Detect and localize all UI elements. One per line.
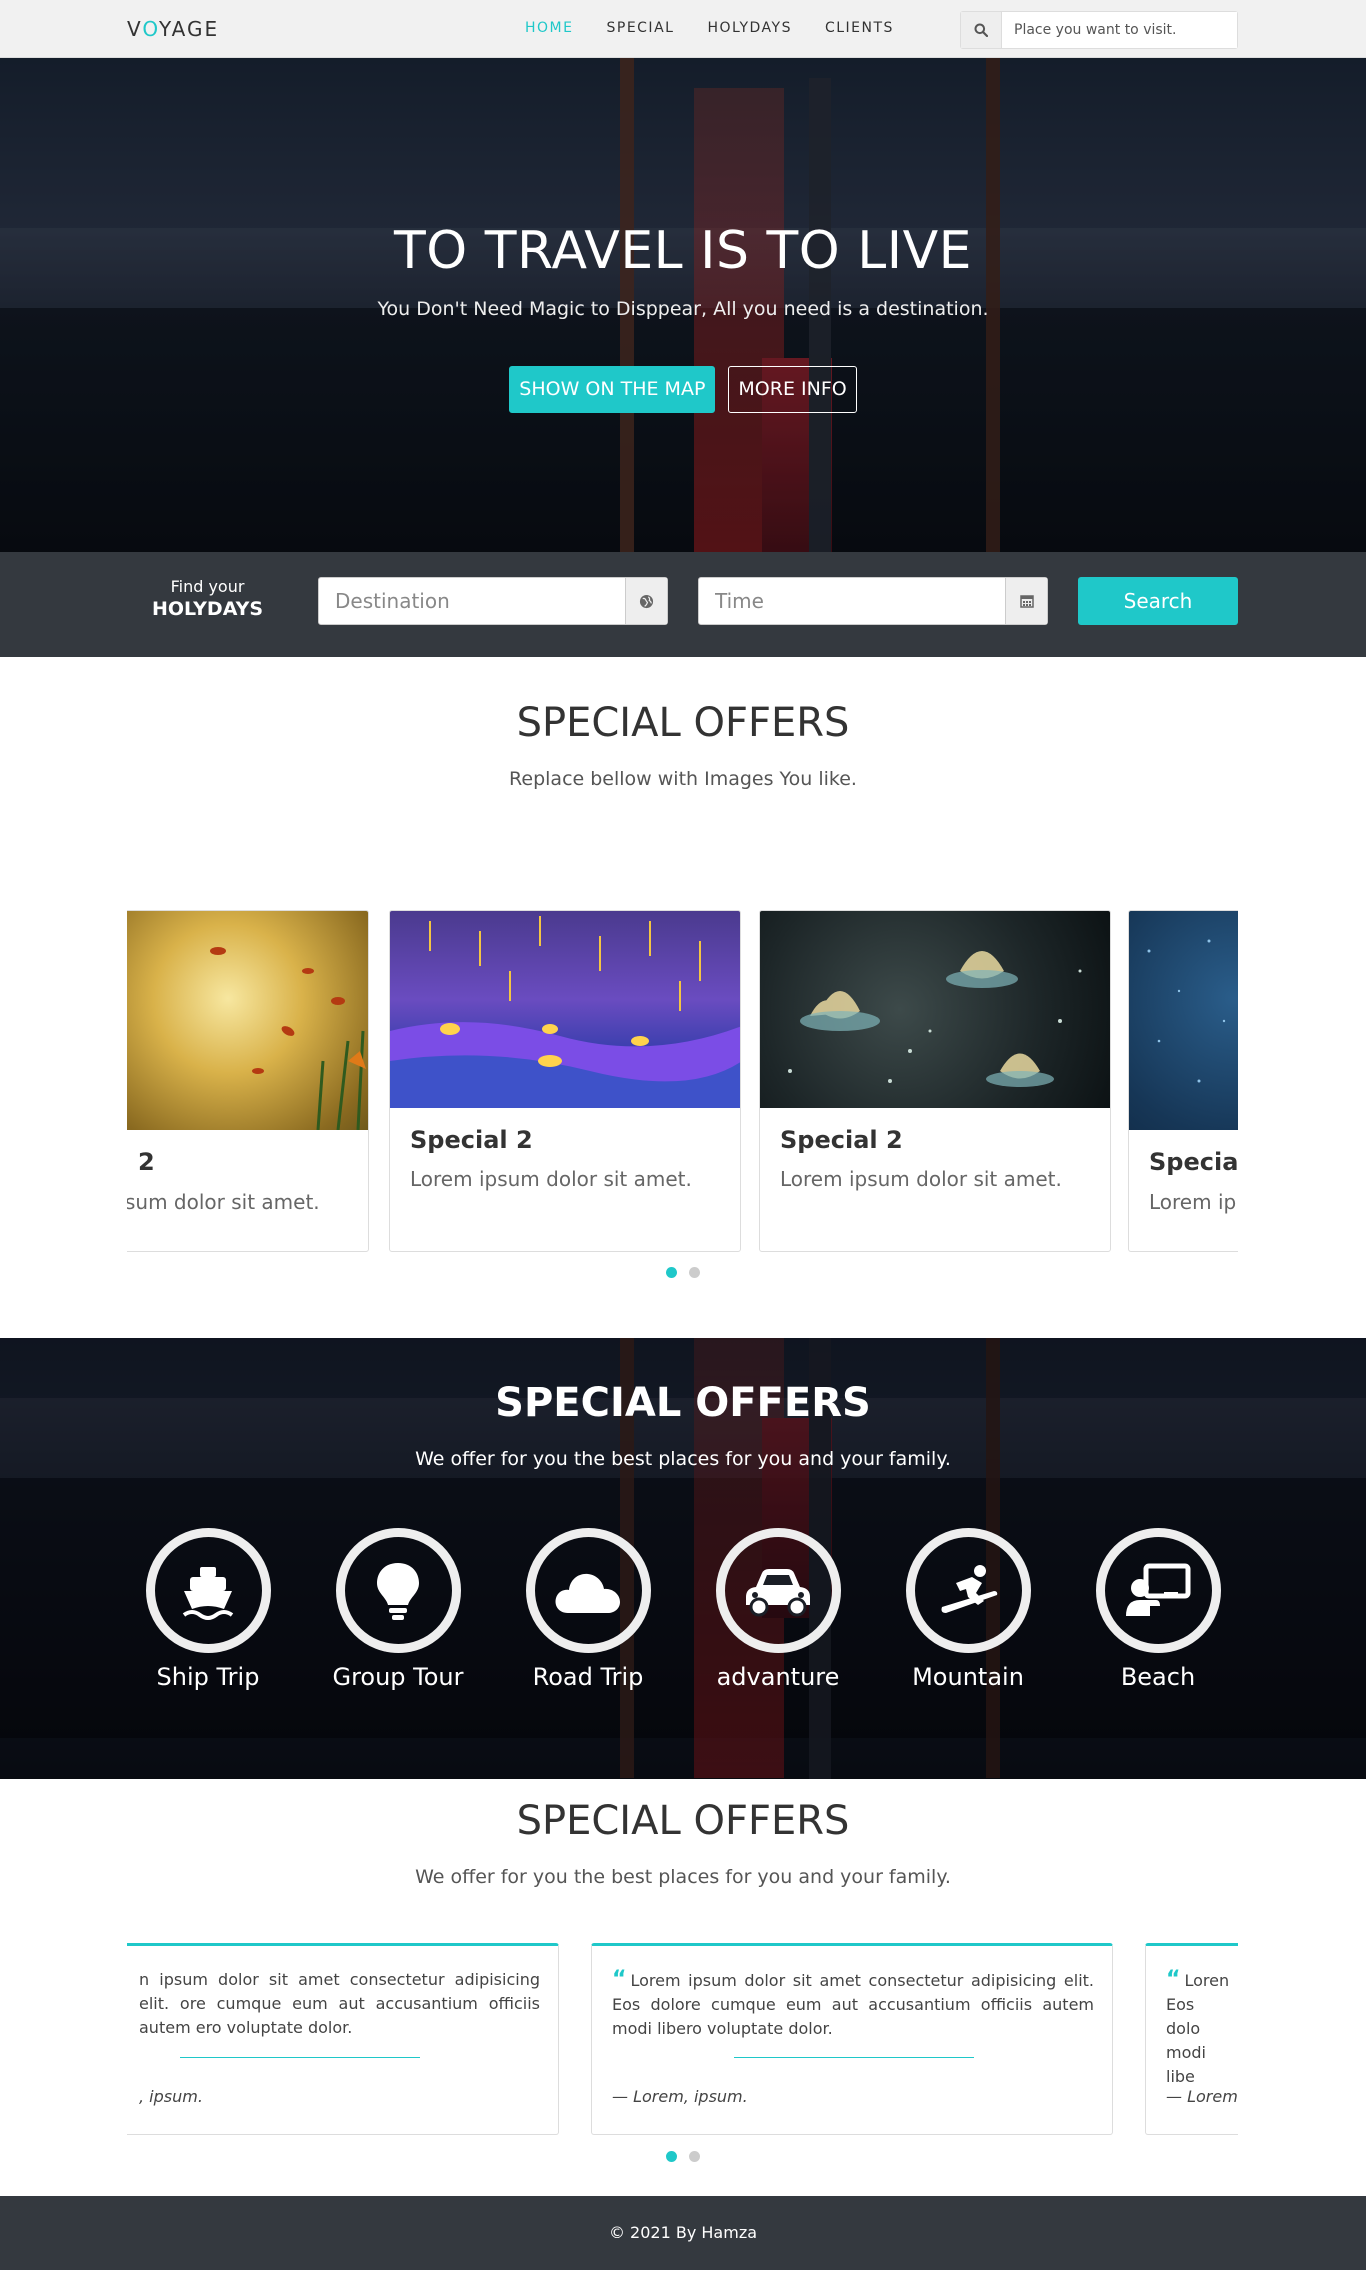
offer-card-image bbox=[127, 911, 368, 1131]
cloud-icon bbox=[525, 1528, 651, 1653]
time-input[interactable] bbox=[699, 578, 1005, 624]
show-on-map-button[interactable]: SHOW ON THE MAP bbox=[509, 366, 716, 413]
testimonial-author: , ipsum. bbox=[139, 2087, 203, 2106]
carousel-dot-1[interactable] bbox=[666, 1267, 677, 1278]
hero: TO TRAVEL IS TO LIVE You Don't Need Magi… bbox=[0, 58, 1366, 552]
offer-card-title: 2 bbox=[138, 1148, 155, 1176]
search-icon[interactable] bbox=[961, 12, 1002, 48]
carousel-dot-1[interactable] bbox=[666, 2151, 677, 2162]
chalkboard-teacher-icon bbox=[1095, 1528, 1221, 1653]
testimonial-divider bbox=[734, 2057, 974, 2058]
offers-title: SPECIAL OFFERS bbox=[516, 700, 850, 746]
offer-card-text: Lorem ipsum dolor sit amet. bbox=[780, 1167, 1062, 1191]
feature-mountain[interactable]: Mountain bbox=[878, 1528, 1058, 1691]
search-button[interactable]: Search bbox=[1078, 577, 1238, 625]
offers-subtitle: Replace bellow with Images You like. bbox=[509, 768, 857, 790]
testimonial-text: “Loren Eos dolo modi libe bbox=[1166, 1967, 1230, 2087]
testimonial-text: n ipsum dolor sit amet consectetur adipi… bbox=[139, 1970, 540, 2037]
car-icon bbox=[715, 1528, 841, 1653]
testimonial-card[interactable]: n ipsum dolor sit amet consectetur adipi… bbox=[127, 1943, 559, 2135]
offer-card[interactable]: 2 sum dolor sit amet. bbox=[127, 910, 369, 1252]
feature-advanture[interactable]: advanture bbox=[688, 1528, 868, 1691]
offer-card-title: Special 2 bbox=[410, 1126, 533, 1154]
offer-card[interactable]: Special Lorem ip bbox=[1128, 910, 1238, 1252]
feature-group-tour[interactable]: Group Tour bbox=[308, 1528, 488, 1691]
destination-input[interactable] bbox=[319, 578, 625, 624]
testimonials-title: SPECIAL OFFERS bbox=[516, 1798, 850, 1844]
offer-card-title: Special 2 bbox=[780, 1126, 903, 1154]
snowboarding-icon bbox=[905, 1528, 1031, 1653]
offer-card-image bbox=[760, 911, 1110, 1108]
features-title: SPECIAL OFFERS bbox=[495, 1380, 871, 1426]
feature-road-trip[interactable]: Road Trip bbox=[498, 1528, 678, 1691]
lightbulb-icon bbox=[335, 1528, 461, 1653]
testimonial-divider bbox=[180, 2057, 420, 2058]
calendar-icon bbox=[1005, 578, 1047, 624]
carousel-dot-2[interactable] bbox=[689, 2151, 700, 2162]
hero-buttons: SHOW ON THE MAP MORE INFO bbox=[0, 366, 1366, 413]
hero-subtitle: You Don't Need Magic to Disppear, All yo… bbox=[377, 298, 989, 320]
offer-card-image bbox=[390, 911, 740, 1108]
features-section: SPECIAL OFFERS We offer for you the best… bbox=[0, 1338, 1366, 1779]
navbar: VOYAGE HOME SPECIAL HOLYDAYS CLIENTS bbox=[0, 0, 1366, 58]
offer-card-text: Lorem ipsum dolor sit amet. bbox=[410, 1167, 692, 1191]
find-holydays-bar: Find your HOLYDAYS Search bbox=[0, 552, 1366, 657]
ship-icon bbox=[145, 1528, 271, 1653]
quote-icon: “ bbox=[612, 1967, 627, 1992]
feature-beach[interactable]: Beach bbox=[1068, 1528, 1248, 1691]
offers-carousel-dots bbox=[0, 1267, 1366, 1278]
footer-copyright: © 2021 By Hamza bbox=[608, 2223, 758, 2242]
offer-card-text: sum dolor sit amet. bbox=[127, 1190, 320, 1214]
feature-ship-trip[interactable]: Ship Trip bbox=[118, 1528, 298, 1691]
quote-icon: “ bbox=[1166, 1967, 1181, 1992]
offer-card[interactable]: Special 2 Lorem ipsum dolor sit amet. bbox=[389, 910, 741, 1252]
features-subtitle: We offer for you the best places for you… bbox=[415, 1448, 951, 1470]
destination-field bbox=[318, 577, 668, 625]
more-info-button[interactable]: MORE INFO bbox=[728, 366, 857, 413]
testimonial-card[interactable]: “Loren Eos dolo modi libe — Lorem bbox=[1145, 1943, 1238, 2135]
globe-icon bbox=[625, 578, 667, 624]
brand-logo[interactable]: VOYAGE bbox=[127, 17, 219, 41]
testimonial-author: — Lorem, ipsum. bbox=[612, 2087, 748, 2106]
offer-card-image bbox=[1129, 911, 1238, 1130]
nav-search-input[interactable] bbox=[1002, 12, 1237, 48]
time-field bbox=[698, 577, 1048, 625]
offer-card-title: Special bbox=[1149, 1148, 1238, 1176]
nav-search bbox=[960, 11, 1238, 49]
nav-link-clients[interactable]: CLIENTS bbox=[825, 20, 894, 36]
nav-link-special[interactable]: SPECIAL bbox=[606, 20, 674, 36]
testimonials-subtitle: We offer for you the best places for you… bbox=[415, 1866, 951, 1888]
testimonials-carousel-dots bbox=[0, 2151, 1366, 2162]
nav-link-home[interactable]: HOME bbox=[525, 20, 573, 36]
offer-card-text: Lorem ip bbox=[1149, 1190, 1237, 1214]
carousel-dot-2[interactable] bbox=[689, 1267, 700, 1278]
hero-title: TO TRAVEL IS TO LIVE bbox=[393, 221, 972, 281]
offer-card[interactable]: Special 2 Lorem ipsum dolor sit amet. bbox=[759, 910, 1111, 1252]
offers-carousel: 2 sum dolor sit amet. Special 2 Lorem ip… bbox=[127, 910, 1238, 1255]
testimonial-text: “Lorem ipsum dolor sit amet consectetur … bbox=[612, 1967, 1094, 2039]
footer: © 2021 By Hamza bbox=[0, 2196, 1366, 2270]
find-label: Find your HOLYDAYS bbox=[151, 577, 264, 620]
nav-links: HOME SPECIAL HOLYDAYS CLIENTS bbox=[525, 20, 927, 36]
testimonial-author: — Lorem bbox=[1166, 2087, 1238, 2106]
testimonial-card[interactable]: “Lorem ipsum dolor sit amet consectetur … bbox=[591, 1943, 1113, 2135]
nav-link-holydays[interactable]: HOLYDAYS bbox=[707, 20, 792, 36]
